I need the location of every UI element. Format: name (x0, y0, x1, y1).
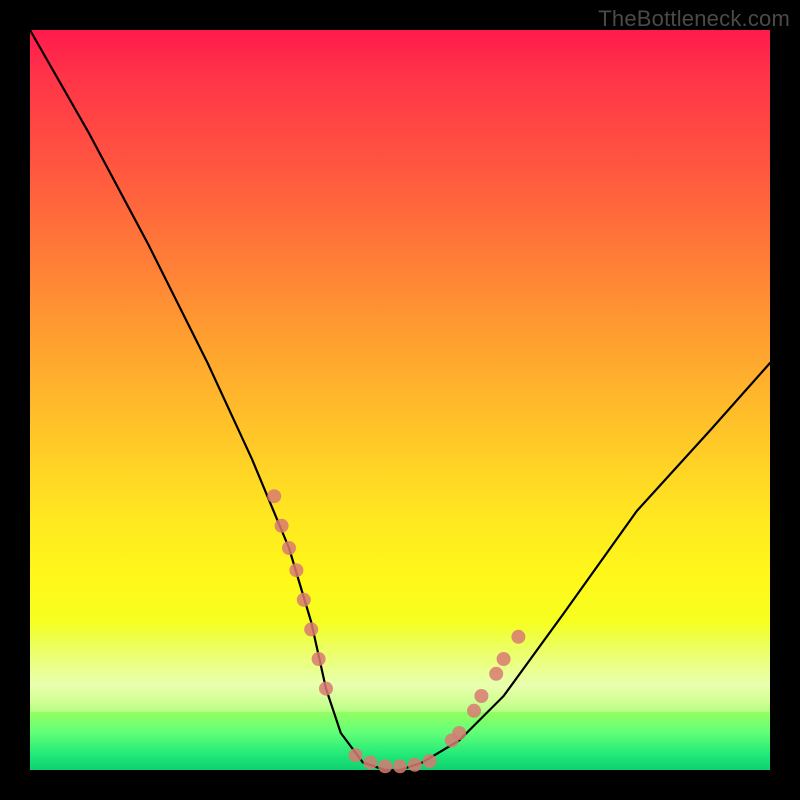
data-point (511, 630, 525, 644)
data-point (393, 759, 407, 773)
data-point (474, 689, 488, 703)
data-point (349, 748, 363, 762)
data-point (408, 758, 422, 772)
marker-layer (267, 489, 525, 773)
curve-layer (30, 30, 770, 770)
chart-frame: TheBottleneck.com (0, 0, 800, 800)
data-point (378, 759, 392, 773)
data-point (489, 667, 503, 681)
data-point (363, 756, 377, 770)
data-point (312, 652, 326, 666)
data-point (267, 489, 281, 503)
data-point (282, 541, 296, 555)
data-point (452, 726, 466, 740)
data-point (497, 652, 511, 666)
watermark-text: TheBottleneck.com (598, 6, 790, 32)
data-point (304, 622, 318, 636)
data-point (467, 704, 481, 718)
bottleneck-curve (30, 30, 770, 770)
data-point (319, 682, 333, 696)
plot-area (30, 30, 770, 770)
data-point (289, 563, 303, 577)
data-point (275, 519, 289, 533)
curve-svg (30, 30, 770, 770)
data-point (297, 593, 311, 607)
data-point (423, 754, 437, 768)
